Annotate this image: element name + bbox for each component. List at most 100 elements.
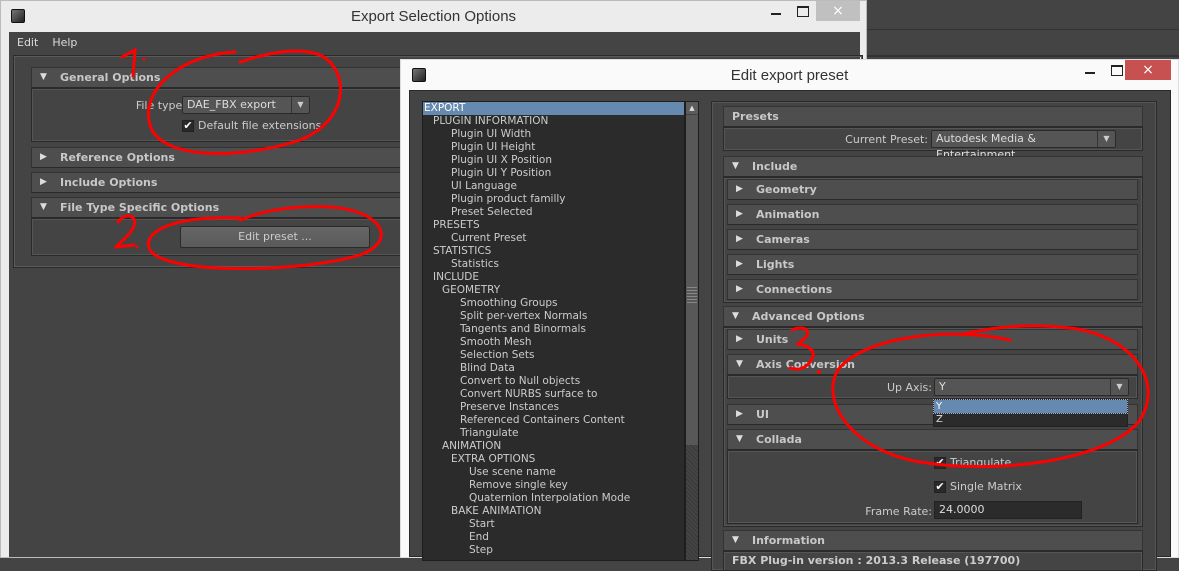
tree-item[interactable]: Smooth Mesh (423, 336, 684, 349)
up-axis-dropdown[interactable]: Y ▼ (934, 378, 1129, 396)
tree-item[interactable]: PRESETS (423, 219, 684, 232)
tree-item[interactable]: Selection Sets (423, 349, 684, 362)
tree-item[interactable]: GEOMETRY (423, 284, 684, 297)
expand-triangle-icon: ▶ (736, 259, 743, 269)
collapse-triangle-icon: ▼ (732, 311, 739, 321)
tree-item[interactable]: Plugin UI X Position (423, 154, 684, 167)
information-body: FBX Plug-in version : 2013.3 Release (19… (723, 551, 1143, 570)
expand-triangle-icon: ▶ (736, 184, 743, 194)
minimize-button[interactable] (763, 1, 789, 21)
tree-item[interactable]: Remove single key (423, 479, 684, 492)
default-file-extensions-checkbox[interactable]: ✔ (182, 120, 194, 132)
section-collada[interactable]: ▼ Collada (727, 429, 1138, 450)
close-button[interactable]: × (816, 1, 860, 21)
collada-body: ✔ Triangulate ✔ Single Matrix Frame Rate… (727, 450, 1138, 524)
menu-edit[interactable]: Edit (17, 36, 38, 49)
section-connections[interactable]: ▶ Connections (727, 279, 1138, 300)
tree-item[interactable]: Current Preset (423, 232, 684, 245)
collapse-triangle-icon: ▼ (40, 72, 47, 82)
section-information[interactable]: ▼ Information (723, 530, 1143, 551)
file-type-dropdown[interactable]: DAE_FBX export ▼ (182, 96, 310, 114)
tree-item[interactable]: Statistics (423, 258, 684, 271)
chevron-down-icon: ▼ (1110, 379, 1128, 395)
tree-item[interactable]: Plugin product familly (423, 193, 684, 206)
section-cameras[interactable]: ▶ Cameras (727, 229, 1138, 250)
tree-item[interactable]: Plugin UI Y Position (423, 167, 684, 180)
tree-item[interactable]: Smoothing Groups (423, 297, 684, 310)
frame-rate-input[interactable]: 24.0000 (934, 501, 1082, 519)
tree-item[interactable]: Triangulate (423, 427, 684, 440)
current-preset-label: Current Preset: (845, 133, 928, 146)
tree-scrollbar[interactable]: ▲ (685, 101, 699, 561)
section-units[interactable]: ▶ Units (727, 329, 1138, 350)
section-geometry[interactable]: ▶ Geometry (727, 179, 1138, 200)
collapse-triangle-icon: ▼ (736, 434, 743, 444)
up-axis-option-z[interactable]: Z (934, 413, 1127, 426)
current-preset-dropdown[interactable]: Autodesk Media & Entertainment ▼ (931, 130, 1116, 161)
tree-item[interactable]: Preserve Instances (423, 401, 684, 414)
preset-options-panel: Presets Current Preset: Autodesk Media &… (711, 101, 1157, 571)
tree-item[interactable]: Step (423, 544, 684, 557)
section-lights[interactable]: ▶ Lights (727, 254, 1138, 275)
chevron-down-icon: ▼ (291, 97, 309, 113)
menu-help[interactable]: Help (52, 36, 77, 49)
section-presets: Presets (723, 106, 1143, 127)
tree-item[interactable]: Start (423, 518, 684, 531)
preset-tree[interactable]: EXPORT PLUGIN INFORMATION Plugin UI Width P… (422, 101, 685, 561)
title-bar: Export Selection Options × (1, 1, 866, 32)
grip-icon (687, 287, 697, 305)
section-axis-conversion[interactable]: ▼ Axis Conversion (727, 354, 1138, 375)
tree-item[interactable]: End (423, 531, 684, 544)
section-include[interactable]: ▼ Include (723, 156, 1143, 177)
expand-triangle-icon: ▶ (736, 334, 743, 344)
collapse-triangle-icon: ▼ (40, 202, 47, 212)
window-title: Edit export preset (730, 67, 849, 84)
tree-item[interactable]: Preset Selected (423, 206, 684, 219)
file-type-label: File type: (135, 99, 186, 112)
up-axis-label: Up Axis: (886, 381, 932, 394)
tree-item[interactable]: Referenced Containers Content (423, 414, 684, 427)
tree-item[interactable]: INCLUDE (423, 271, 684, 284)
scroll-up-arrow-icon[interactable]: ▲ (686, 102, 698, 114)
fbx-version-text: FBX Plug-in version : 2013.3 Release (19… (732, 554, 1021, 567)
single-matrix-label: Single Matrix (950, 480, 1022, 493)
tree-item[interactable]: ANIMATION (423, 440, 684, 453)
expand-triangle-icon: ▶ (40, 177, 47, 187)
tree-item[interactable]: Plugin UI Height (423, 141, 684, 154)
tree-item[interactable]: PLUGIN INFORMATION (423, 115, 684, 128)
tree-item[interactable]: Use scene name (423, 466, 684, 479)
frame-rate-label: Frame Rate: (865, 505, 932, 518)
triangulate-checkbox[interactable]: ✔ (934, 457, 946, 469)
up-axis-option-y[interactable]: Y (933, 399, 1128, 414)
minimize-button[interactable] (1077, 60, 1103, 80)
tree-item[interactable]: EXPORT (423, 102, 684, 115)
scrollbar-thumb[interactable] (686, 115, 698, 445)
up-axis-options-list[interactable]: Y Z (933, 399, 1128, 427)
expand-triangle-icon: ▶ (736, 234, 743, 244)
close-button[interactable]: × (1125, 60, 1171, 80)
tree-item[interactable]: Plugin UI Width (423, 128, 684, 141)
single-matrix-checkbox[interactable]: ✔ (934, 481, 946, 493)
tree-item[interactable]: EXTRA OPTIONS (423, 453, 684, 466)
tree-item[interactable]: Blind Data (423, 362, 684, 375)
tree-item[interactable]: Convert to Null objects (423, 375, 684, 388)
tree-item[interactable]: STATISTICS (423, 245, 684, 258)
expand-triangle-icon: ▶ (736, 284, 743, 294)
maximize-button[interactable] (789, 1, 815, 21)
section-advanced-options[interactable]: ▼ Advanced Options (723, 306, 1143, 327)
tree-item[interactable]: BAKE ANIMATION (423, 505, 684, 518)
tree-item[interactable]: Quaternion Interpolation Mode (423, 492, 684, 505)
tree-item[interactable]: Convert NURBS surface to (423, 388, 684, 401)
tree-item[interactable]: Tangents and Binormals (423, 323, 684, 336)
section-animation[interactable]: ▶ Animation (727, 204, 1138, 225)
default-file-extensions-label: Default file extensions (198, 119, 322, 132)
title-bar: Edit export preset × (401, 60, 1178, 90)
tree-item[interactable]: Split per-vertex Normals (423, 310, 684, 323)
axis-conversion-body: Up Axis: Y ▼ (727, 375, 1138, 399)
collapse-triangle-icon: ▼ (736, 359, 743, 369)
chevron-down-icon: ▼ (1097, 131, 1115, 147)
window-body: EXPORT PLUGIN INFORMATION Plugin UI Width P… (409, 90, 1171, 571)
window-title: Export Selection Options (350, 8, 517, 25)
tree-item[interactable]: UI Language (423, 180, 684, 193)
edit-preset-button[interactable]: Edit preset ... (180, 226, 370, 248)
